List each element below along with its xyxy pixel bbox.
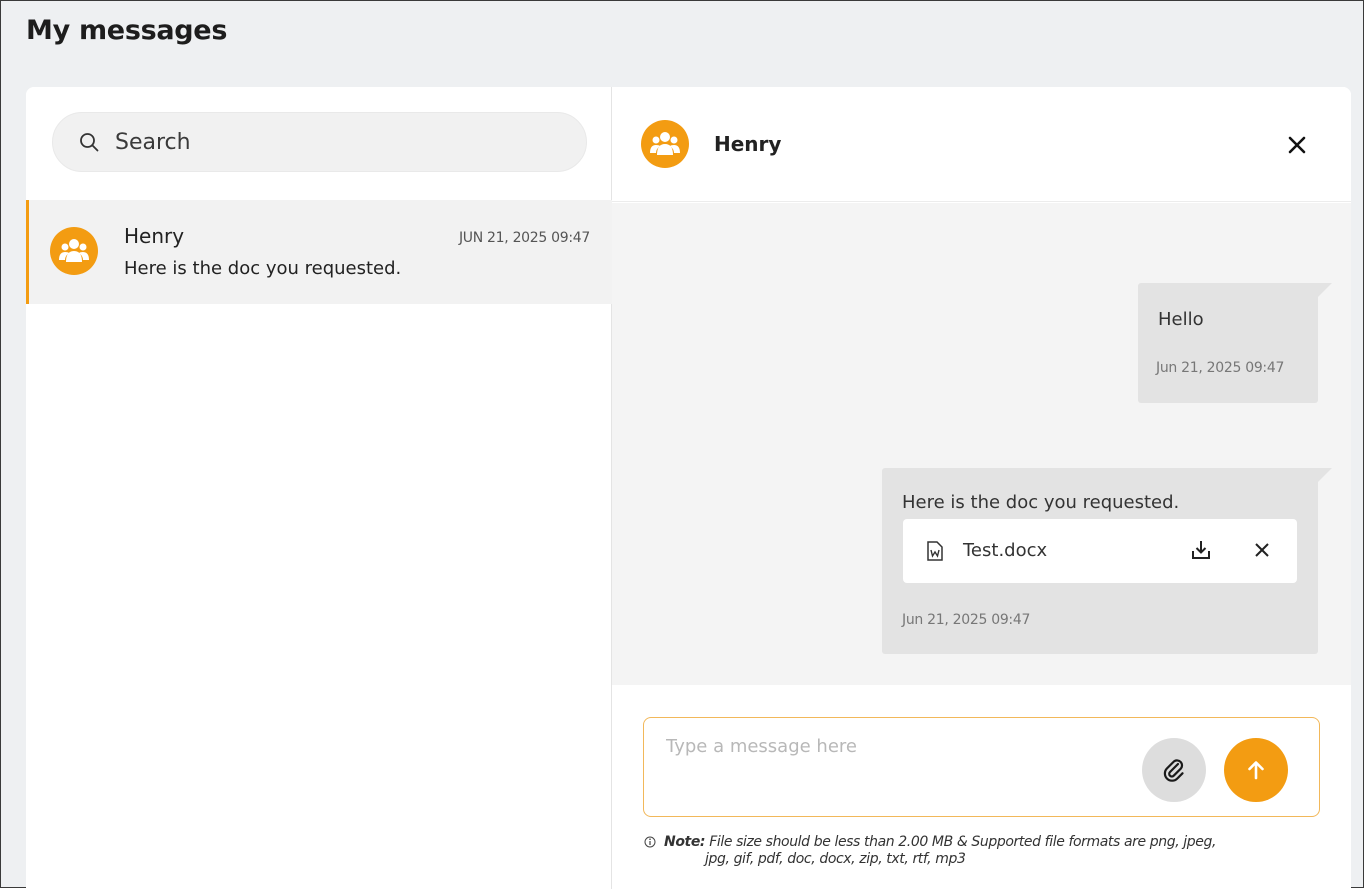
avatar bbox=[641, 120, 689, 168]
attach-button[interactable] bbox=[1142, 738, 1206, 802]
info-icon bbox=[644, 836, 656, 848]
search-input[interactable] bbox=[115, 129, 545, 155]
avatar bbox=[50, 227, 98, 275]
note-label: Note: bbox=[664, 834, 706, 850]
search-icon bbox=[80, 133, 99, 152]
word-file-icon bbox=[927, 541, 943, 561]
message-bubble: Here is the doc you requested. Test.docx bbox=[882, 468, 1332, 654]
message-text: Here is the doc you requested. bbox=[902, 492, 1180, 513]
remove-attachment-icon[interactable] bbox=[1253, 541, 1271, 559]
conversation-name: Henry bbox=[124, 224, 185, 248]
message-time: Jun 21, 2025 09:47 bbox=[902, 612, 1031, 628]
note-line-1: Note: File size should be less than 2.00… bbox=[664, 834, 1216, 851]
message-input[interactable] bbox=[666, 736, 1136, 776]
conversation-item[interactable]: Henry JUN 21, 2025 09:47 Here is the doc… bbox=[26, 200, 612, 304]
app-frame: My messages Search Henry JUN 21, 2025 09… bbox=[0, 0, 1364, 889]
chat-header: Henry bbox=[612, 87, 1351, 202]
messages-card: Henry JUN 21, 2025 09:47 Here is the doc… bbox=[26, 87, 1351, 889]
message-thread[interactable]: Hello Jun 21, 2025 09:47 Here is the doc… bbox=[612, 203, 1351, 685]
arrow-up-icon bbox=[1248, 761, 1264, 780]
user-group-icon bbox=[59, 239, 89, 262]
conversation-preview: Here is the doc you requested. bbox=[124, 258, 402, 279]
user-group-icon bbox=[650, 132, 680, 155]
message-composer bbox=[643, 717, 1320, 817]
attachment-file-name[interactable]: Test.docx bbox=[963, 540, 1047, 561]
paperclip-icon bbox=[1163, 759, 1184, 782]
chat-contact-name: Henry bbox=[714, 132, 782, 156]
conversation-list-panel: Henry JUN 21, 2025 09:47 Here is the doc… bbox=[26, 87, 612, 889]
note-text-1: File size should be less than 2.00 MB & … bbox=[709, 834, 1217, 850]
message-time: Jun 21, 2025 09:47 bbox=[1156, 360, 1285, 376]
download-icon[interactable] bbox=[1189, 538, 1213, 562]
note-text-2: jpg, gif, pdf, doc, docx, zip, txt, rtf,… bbox=[705, 851, 966, 867]
message-text: Hello bbox=[1158, 309, 1204, 330]
attachment-card: Test.docx bbox=[903, 519, 1297, 583]
search-box[interactable] bbox=[52, 112, 587, 172]
message-bubble: Hello Jun 21, 2025 09:47 bbox=[1138, 283, 1332, 403]
page-title: My messages bbox=[26, 15, 228, 46]
conversation-time: JUN 21, 2025 09:47 bbox=[458, 230, 590, 246]
close-icon[interactable] bbox=[1285, 133, 1309, 157]
send-button[interactable] bbox=[1224, 738, 1288, 802]
chat-panel: Henry Hello Jun 21, 2025 09:47 Here is t… bbox=[612, 87, 1351, 889]
